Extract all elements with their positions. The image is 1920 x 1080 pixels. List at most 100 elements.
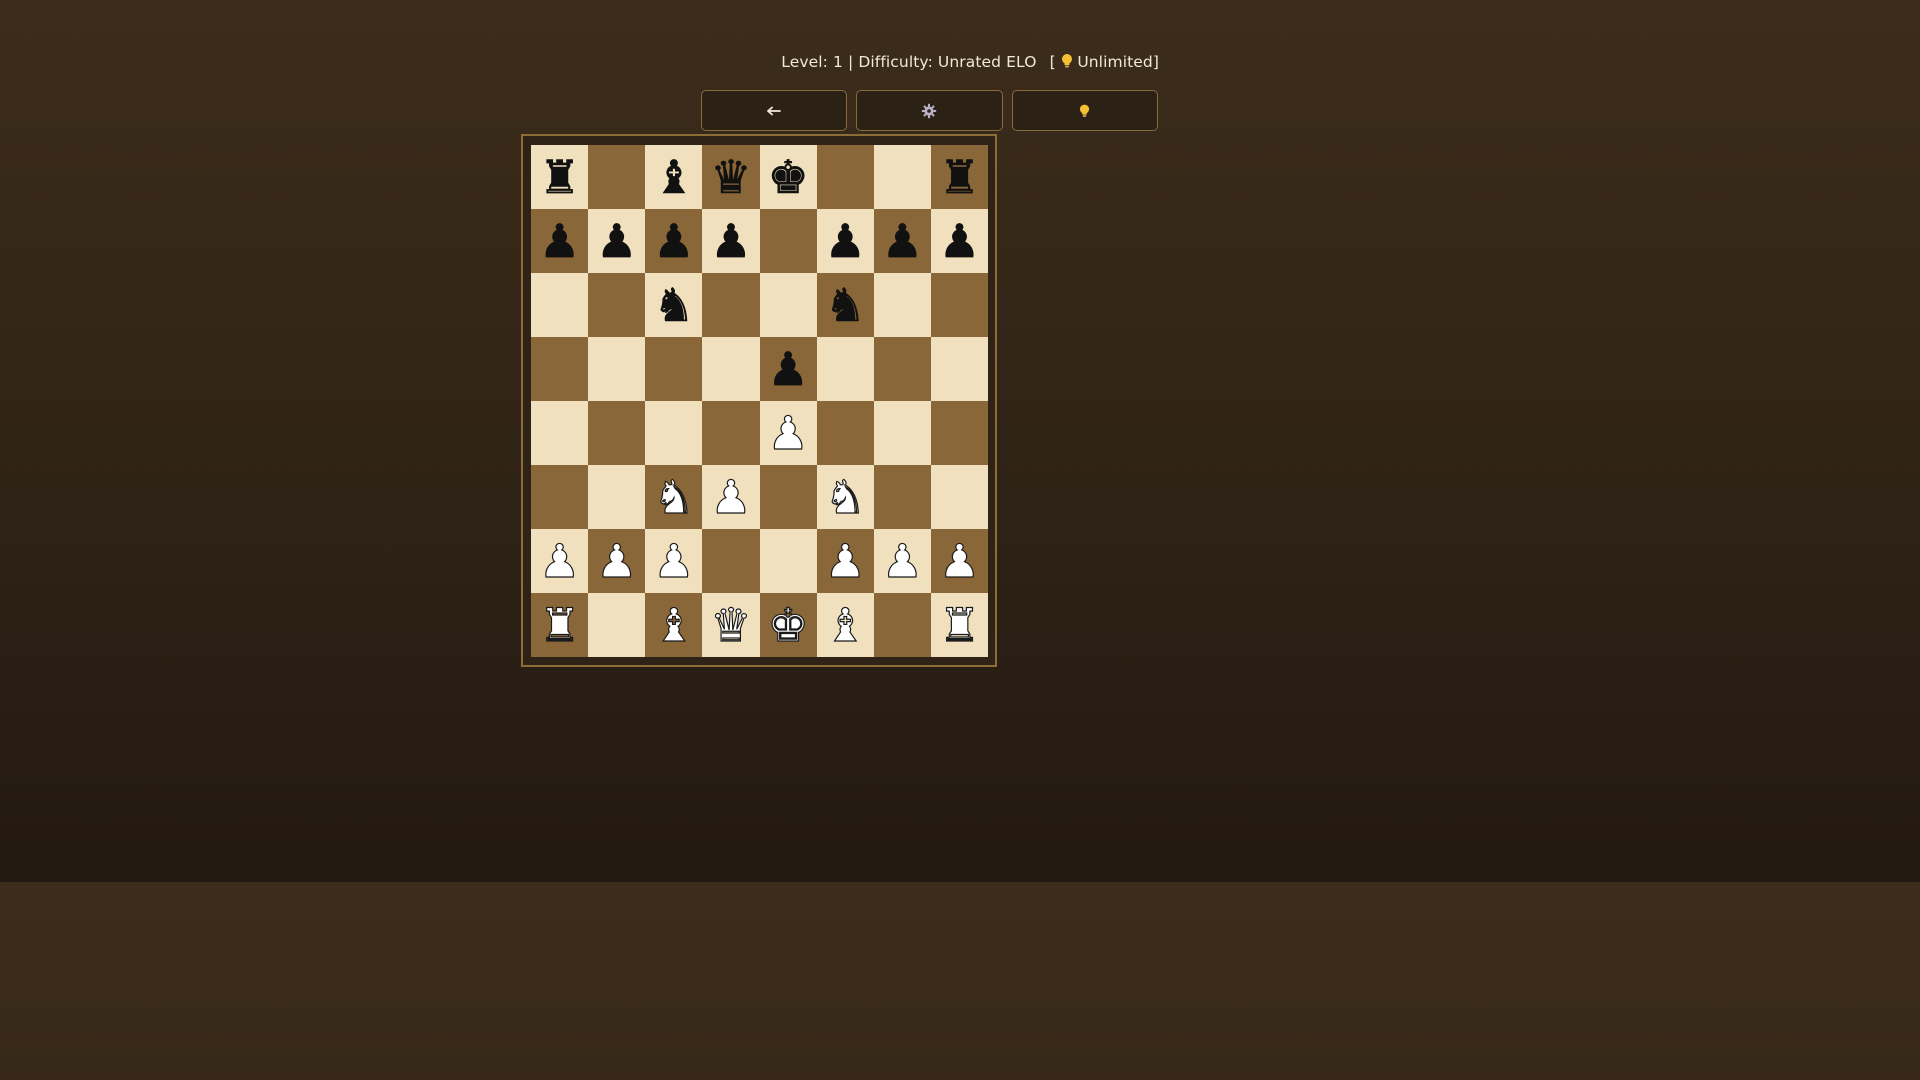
black-pawn-piece[interactable]: ♟ — [710, 218, 752, 265]
square-b6[interactable] — [588, 273, 646, 337]
white-bishop-piece[interactable]: ♝ — [824, 601, 866, 648]
square-e4[interactable]: ♟ — [759, 401, 817, 465]
square-f5[interactable] — [816, 337, 874, 401]
square-a6[interactable] — [531, 273, 589, 337]
square-g2[interactable]: ♟ — [873, 529, 931, 593]
square-g6[interactable] — [873, 273, 931, 337]
black-pawn-piece[interactable]: ♟ — [596, 218, 638, 265]
square-e5[interactable]: ♟ — [759, 337, 817, 401]
square-h4[interactable] — [930, 401, 988, 465]
black-knight-piece[interactable]: ♞ — [653, 282, 695, 329]
square-e7[interactable] — [759, 209, 817, 273]
square-d1[interactable]: ♛ — [702, 593, 760, 657]
black-pawn-piece[interactable]: ♟ — [881, 218, 923, 265]
square-d5[interactable] — [702, 337, 760, 401]
square-h7[interactable]: ♟ — [930, 209, 988, 273]
black-knight-piece[interactable]: ♞ — [824, 282, 866, 329]
square-g7[interactable]: ♟ — [873, 209, 931, 273]
black-pawn-piece[interactable]: ♟ — [539, 218, 581, 265]
square-c2[interactable]: ♟ — [645, 529, 703, 593]
square-a4[interactable] — [531, 401, 589, 465]
white-pawn-piece[interactable]: ♟ — [938, 537, 980, 584]
black-pawn-piece[interactable]: ♟ — [653, 218, 695, 265]
square-f8[interactable] — [816, 145, 874, 209]
white-knight-piece[interactable]: ♞ — [824, 473, 866, 520]
white-rook-piece[interactable]: ♜ — [938, 601, 980, 648]
square-f4[interactable] — [816, 401, 874, 465]
square-e1[interactable]: ♚ — [759, 593, 817, 657]
square-d3[interactable]: ♟ — [702, 465, 760, 529]
square-g1[interactable] — [873, 593, 931, 657]
square-h6[interactable] — [930, 273, 988, 337]
black-rook-piece[interactable]: ♜ — [939, 154, 981, 201]
white-pawn-piece[interactable]: ♟ — [710, 473, 752, 520]
square-g5[interactable] — [873, 337, 931, 401]
square-b5[interactable] — [588, 337, 646, 401]
white-king-piece[interactable]: ♚ — [767, 601, 809, 648]
square-b8[interactable] — [588, 145, 646, 209]
white-rook-piece[interactable]: ♜ — [538, 601, 580, 648]
settings-button[interactable] — [856, 90, 1003, 131]
black-king-piece[interactable]: ♚ — [767, 154, 809, 201]
square-g4[interactable] — [873, 401, 931, 465]
square-e3[interactable] — [759, 465, 817, 529]
white-pawn-piece[interactable]: ♟ — [824, 537, 866, 584]
square-d2[interactable] — [702, 529, 760, 593]
square-b4[interactable] — [588, 401, 646, 465]
black-queen-piece[interactable]: ♛ — [710, 154, 752, 201]
square-h1[interactable]: ♜ — [930, 593, 988, 657]
square-d6[interactable] — [702, 273, 760, 337]
square-h3[interactable] — [930, 465, 988, 529]
square-a8[interactable]: ♜ — [531, 145, 589, 209]
square-h2[interactable]: ♟ — [930, 529, 988, 593]
square-f1[interactable]: ♝ — [816, 593, 874, 657]
white-queen-piece[interactable]: ♛ — [710, 601, 752, 648]
square-c3[interactable]: ♞ — [645, 465, 703, 529]
white-pawn-piece[interactable]: ♟ — [538, 537, 580, 584]
white-pawn-piece[interactable]: ♟ — [595, 537, 637, 584]
square-e2[interactable] — [759, 529, 817, 593]
square-b1[interactable] — [588, 593, 646, 657]
square-a1[interactable]: ♜ — [531, 593, 589, 657]
square-d4[interactable] — [702, 401, 760, 465]
square-a5[interactable] — [531, 337, 589, 401]
square-c1[interactable]: ♝ — [645, 593, 703, 657]
undo-button[interactable] — [701, 90, 848, 131]
square-d7[interactable]: ♟ — [702, 209, 760, 273]
square-b3[interactable] — [588, 465, 646, 529]
square-f3[interactable]: ♞ — [816, 465, 874, 529]
black-pawn-piece[interactable]: ♟ — [767, 346, 809, 393]
square-a7[interactable]: ♟ — [531, 209, 589, 273]
hint-count: Unlimited] — [1077, 53, 1159, 71]
black-rook-piece[interactable]: ♜ — [539, 154, 581, 201]
square-b7[interactable]: ♟ — [588, 209, 646, 273]
square-f2[interactable]: ♟ — [816, 529, 874, 593]
white-pawn-piece[interactable]: ♟ — [881, 537, 923, 584]
white-bishop-piece[interactable]: ♝ — [653, 601, 695, 648]
square-c4[interactable] — [645, 401, 703, 465]
square-c8[interactable]: ♝ — [645, 145, 703, 209]
white-pawn-piece[interactable]: ♟ — [767, 409, 809, 456]
square-f6[interactable]: ♞ — [816, 273, 874, 337]
square-d8[interactable]: ♛ — [702, 145, 760, 209]
square-h5[interactable] — [930, 337, 988, 401]
black-pawn-piece[interactable]: ♟ — [939, 218, 981, 265]
square-h8[interactable]: ♜ — [930, 145, 988, 209]
hint-button[interactable] — [1011, 90, 1158, 131]
square-f7[interactable]: ♟ — [816, 209, 874, 273]
square-a3[interactable] — [531, 465, 589, 529]
square-c7[interactable]: ♟ — [645, 209, 703, 273]
square-c5[interactable] — [645, 337, 703, 401]
square-g8[interactable] — [873, 145, 931, 209]
square-e6[interactable] — [759, 273, 817, 337]
square-a2[interactable]: ♟ — [531, 529, 589, 593]
black-bishop-piece[interactable]: ♝ — [653, 154, 695, 201]
black-pawn-piece[interactable]: ♟ — [824, 218, 866, 265]
square-b2[interactable]: ♟ — [588, 529, 646, 593]
hint-open-bracket: [ — [1049, 53, 1056, 71]
square-c6[interactable]: ♞ — [645, 273, 703, 337]
white-knight-piece[interactable]: ♞ — [653, 473, 695, 520]
square-e8[interactable]: ♚ — [759, 145, 817, 209]
white-pawn-piece[interactable]: ♟ — [653, 537, 695, 584]
square-g3[interactable] — [873, 465, 931, 529]
